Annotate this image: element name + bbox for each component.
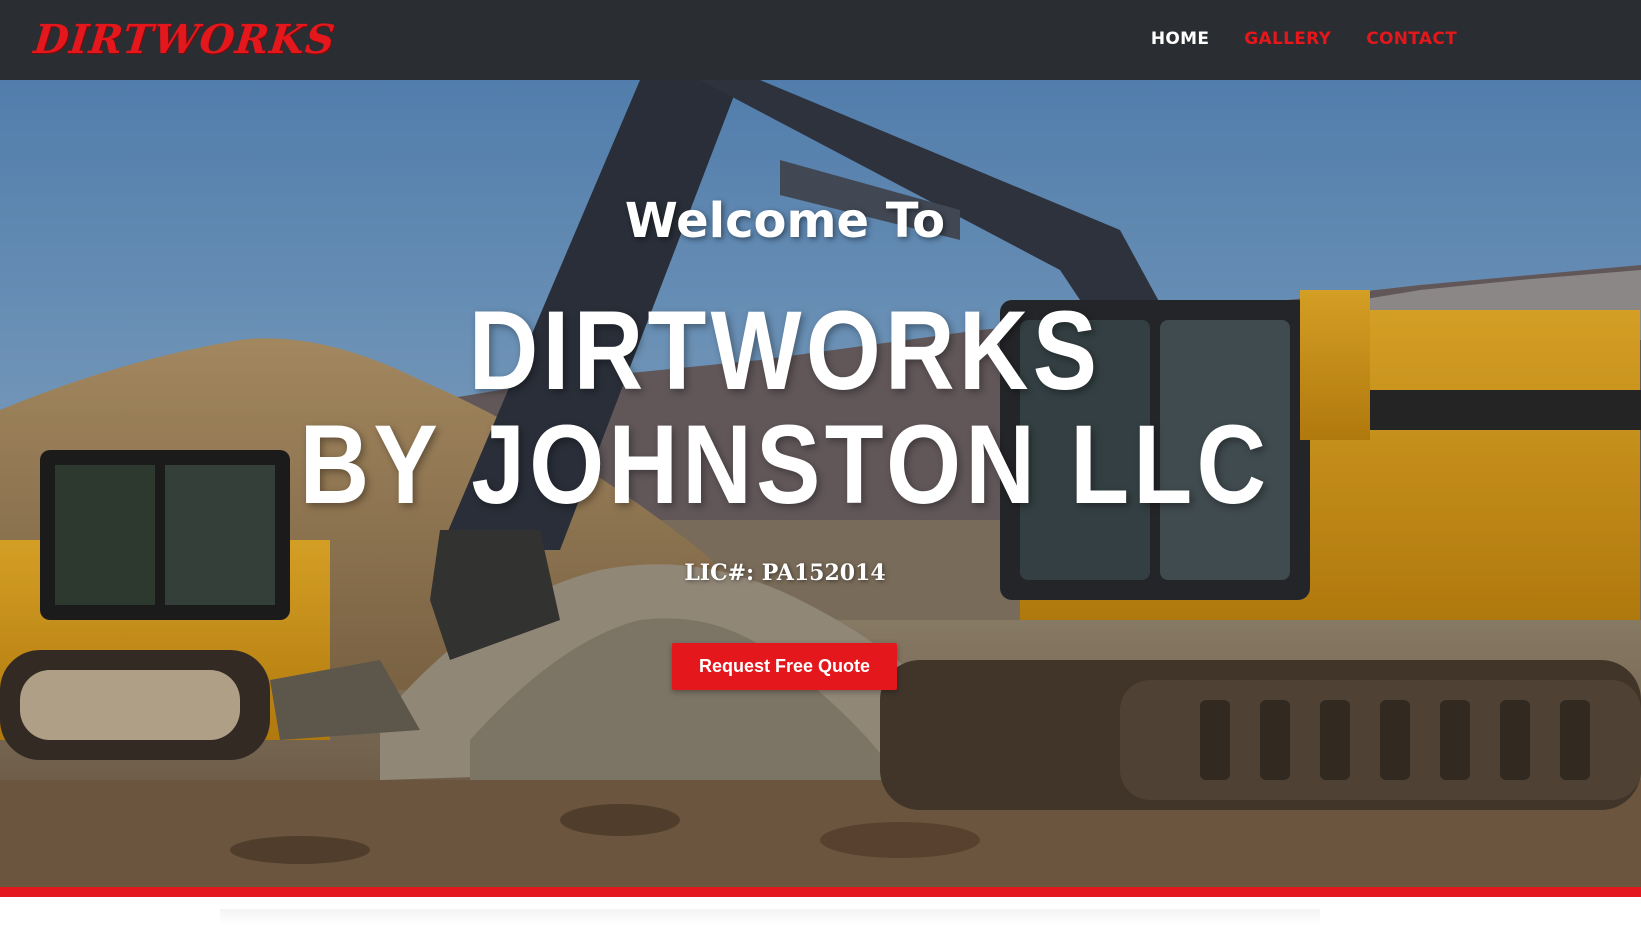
hero-content: Welcome To DIRTWORKS BY JOHNSTON LLC LIC… (0, 80, 1570, 887)
accent-divider (0, 887, 1641, 897)
request-quote-button[interactable]: Request Free Quote (672, 643, 897, 690)
license-number: LIC#: PA152014 (684, 560, 886, 586)
nav-home-link[interactable]: HOME (1151, 26, 1209, 52)
brand-logo[interactable]: DIRTWORKS (31, 14, 338, 66)
main-nav: HOME GALLERY CONTACT (1151, 26, 1457, 52)
welcome-heading: Welcome To (624, 193, 946, 249)
top-navbar: DIRTWORKS HOME GALLERY CONTACT (0, 0, 1641, 80)
nav-gallery-link[interactable]: GALLERY (1244, 26, 1331, 52)
nav-contact-link[interactable]: CONTACT (1366, 26, 1457, 52)
company-title-line2: BY JOHNSTON LLC (299, 402, 1271, 527)
hero-section: Welcome To DIRTWORKS BY JOHNSTON LLC LIC… (0, 80, 1641, 887)
page: DIRTWORKS HOME GALLERY CONTACT Welcome T… (0, 0, 1641, 925)
next-section (0, 897, 1641, 925)
company-title-line1: DIRTWORKS (468, 288, 1102, 413)
company-title: DIRTWORKS BY JOHNSTON LLC (110, 294, 1460, 522)
section-shadow (220, 909, 1320, 925)
